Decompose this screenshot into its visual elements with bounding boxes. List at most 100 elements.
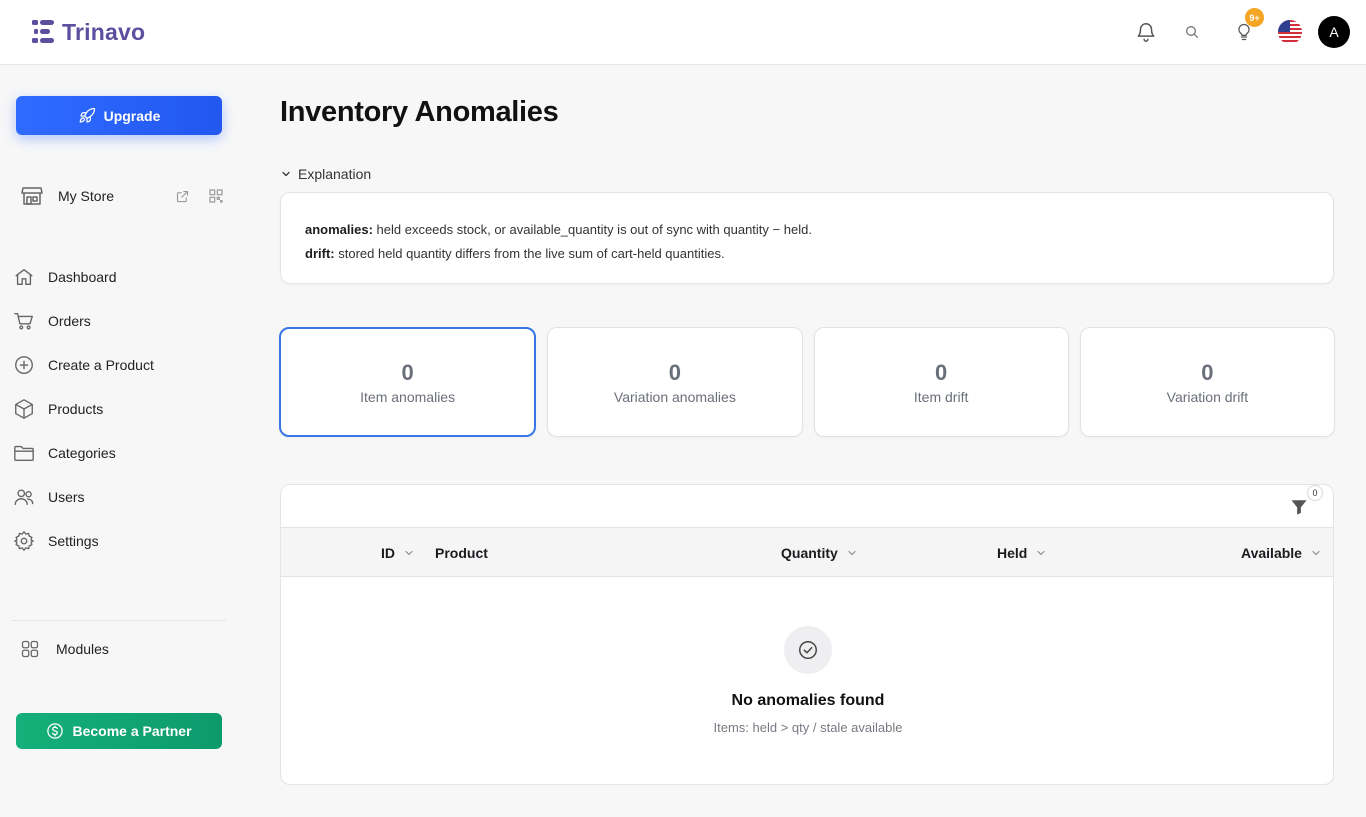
column-label: Product [435, 544, 488, 561]
sidebar-item-label: Orders [48, 313, 91, 329]
sidebar-item-modules[interactable]: Modules [20, 637, 109, 661]
filter-button[interactable] [1287, 495, 1311, 519]
modules-label: Modules [56, 641, 109, 657]
stat-card-item-anomalies[interactable]: 0 Item anomalies [279, 327, 537, 437]
sidebar-item-orders[interactable]: Orders [12, 299, 226, 343]
become-partner-button[interactable]: Become a Partner [16, 713, 222, 749]
page-title: Inventory Anomalies [280, 96, 559, 128]
avatar[interactable]: A [1318, 16, 1350, 48]
logo-icon [32, 20, 54, 43]
stat-value: 0 [668, 360, 681, 385]
explanation-line-anomalies: anomalies: held exceeds stock, or availa… [305, 218, 1309, 242]
chevron-down-icon [282, 171, 290, 177]
sidebar-item-label: Settings [48, 533, 99, 549]
home-icon [12, 265, 36, 289]
stat-value: 0 [1201, 360, 1214, 385]
column-header-held[interactable]: Held [997, 528, 1047, 577]
brand-logo[interactable]: Trinavo [32, 17, 145, 47]
partner-label: Become a Partner [72, 723, 192, 739]
empty-state: No anomalies found Items: held > qty / s… [281, 577, 1333, 784]
sidebar-item-label: Users [48, 489, 85, 505]
explanation-card: anomalies: held exceeds stock, or availa… [280, 192, 1334, 284]
empty-state-icon [784, 626, 832, 674]
sidebar-item-products[interactable]: Products [12, 387, 226, 431]
rocket-icon [79, 107, 95, 123]
anomalies-table: 0 ID Product Quantity Held Available No … [280, 484, 1334, 785]
column-label: Held [997, 544, 1028, 561]
column-header-quantity[interactable]: Quantity [781, 528, 858, 577]
stat-label: Item anomalies [360, 389, 456, 405]
grid-icon [21, 640, 39, 658]
stat-card-item-drift[interactable]: 0 Item drift [813, 327, 1069, 437]
top-bar-actions: 9+ A [1128, 8, 1350, 50]
stat-label: Variation drift [1166, 389, 1249, 405]
box-icon [12, 397, 36, 421]
stat-value: 0 [935, 360, 948, 385]
empty-state-title: No anomalies found [731, 692, 885, 709]
qr-code-icon [209, 189, 223, 203]
explanation-toggle[interactable]: Explanation [280, 165, 371, 183]
column-label: ID [381, 544, 395, 561]
upgrade-button[interactable]: Upgrade [16, 96, 222, 135]
chevron-down-icon [848, 550, 856, 555]
empty-state-subtitle: Items: held > qty / stale available [713, 720, 903, 735]
column-header-available[interactable]: Available [1241, 528, 1322, 577]
column-label: Quantity [781, 544, 838, 561]
sidebar-item-users[interactable]: Users [12, 475, 226, 519]
language-button[interactable] [1272, 14, 1308, 50]
tips-badge: 9+ [1245, 8, 1264, 27]
stat-card-variation-drift[interactable]: 0 Variation drift [1079, 327, 1335, 437]
store-qr-button[interactable] [206, 186, 226, 206]
search-button[interactable] [1174, 14, 1210, 50]
plus-circle-icon [12, 353, 36, 377]
open-store-button[interactable] [172, 186, 192, 206]
my-store-label: My Store [58, 188, 115, 204]
upgrade-label: Upgrade [103, 107, 161, 124]
folder-icon [12, 441, 36, 465]
stats-cards: 0 Item anomalies 0 Variation anomalies 0… [279, 327, 1335, 437]
gear-icon [12, 529, 36, 553]
sidebar: Upgrade My Store Dashboard Orders Create… [0, 65, 240, 817]
explanation-term: anomalies: [305, 222, 373, 237]
search-icon [1186, 26, 1198, 38]
sidebar-item-categories[interactable]: Categories [12, 431, 226, 475]
tips-button[interactable]: 9+ [1226, 8, 1264, 50]
sidebar-item-create-product[interactable]: Create a Product [12, 343, 226, 387]
explanation-text: stored held quantity differs from the li… [334, 246, 725, 261]
stat-value: 0 [401, 360, 414, 385]
explanation-toggle-label: Explanation [298, 166, 372, 182]
sidebar-item-label: Dashboard [48, 269, 117, 285]
sidebar-nav: Dashboard Orders Create a Product Produc… [12, 255, 226, 563]
column-header-product[interactable]: Product [435, 528, 488, 577]
filter-count-badge: 0 [1307, 485, 1323, 501]
chevron-down-icon [1312, 550, 1320, 555]
table-header: ID Product Quantity Held Available [281, 528, 1333, 577]
sidebar-item-label: Create a Product [48, 357, 154, 373]
sidebar-item-settings[interactable]: Settings [12, 519, 226, 563]
explanation-term: drift: [305, 246, 335, 261]
explanation-line-drift: drift: stored held quantity differs from… [305, 242, 1309, 266]
external-link-icon [176, 190, 188, 202]
chevron-down-icon [405, 550, 413, 555]
check-circle-icon [799, 641, 817, 659]
column-label: Available [1241, 544, 1302, 561]
store-icon [21, 187, 43, 205]
filter-icon [1291, 500, 1307, 515]
sidebar-item-label: Products [48, 401, 104, 417]
table-toolbar: 0 [281, 485, 1333, 528]
column-header-id[interactable]: ID [381, 528, 415, 577]
stat-card-variation-anomalies[interactable]: 0 Variation anomalies [547, 327, 803, 437]
stat-label: Variation anomalies [613, 389, 736, 405]
notifications-button[interactable] [1128, 14, 1164, 50]
sidebar-item-dashboard[interactable]: Dashboard [12, 255, 226, 299]
explanation-text: held exceeds stock, or available_quantit… [372, 222, 812, 237]
dollar-circle-icon [47, 723, 64, 739]
bell-icon [1137, 23, 1155, 42]
sidebar-divider [12, 620, 226, 621]
sidebar-item-label: Categories [48, 445, 116, 461]
chevron-down-icon [1037, 550, 1045, 555]
us-flag-icon [1278, 20, 1302, 44]
stat-label: Item drift [913, 389, 969, 405]
my-store-row[interactable]: My Store [20, 183, 226, 209]
cart-icon [12, 309, 36, 333]
